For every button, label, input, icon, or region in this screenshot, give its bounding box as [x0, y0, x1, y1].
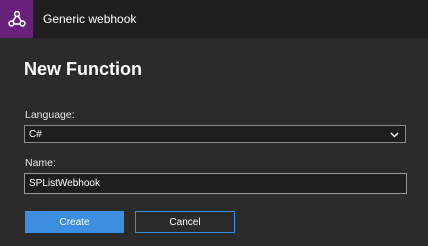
chevron-down-icon: [390, 132, 399, 138]
language-select[interactable]: C#: [24, 125, 406, 143]
webhook-icon: [0, 0, 33, 38]
title-bar: Generic webhook: [0, 0, 428, 38]
name-input[interactable]: [24, 173, 407, 194]
dialog-heading: New Function: [24, 59, 142, 79]
window-title: Generic webhook: [43, 12, 137, 26]
language-label: Language:: [25, 109, 75, 121]
name-label: Name:: [25, 157, 56, 169]
create-button[interactable]: Create: [25, 211, 124, 233]
cancel-button[interactable]: Cancel: [135, 211, 235, 233]
language-selected-value: C#: [29, 129, 42, 140]
